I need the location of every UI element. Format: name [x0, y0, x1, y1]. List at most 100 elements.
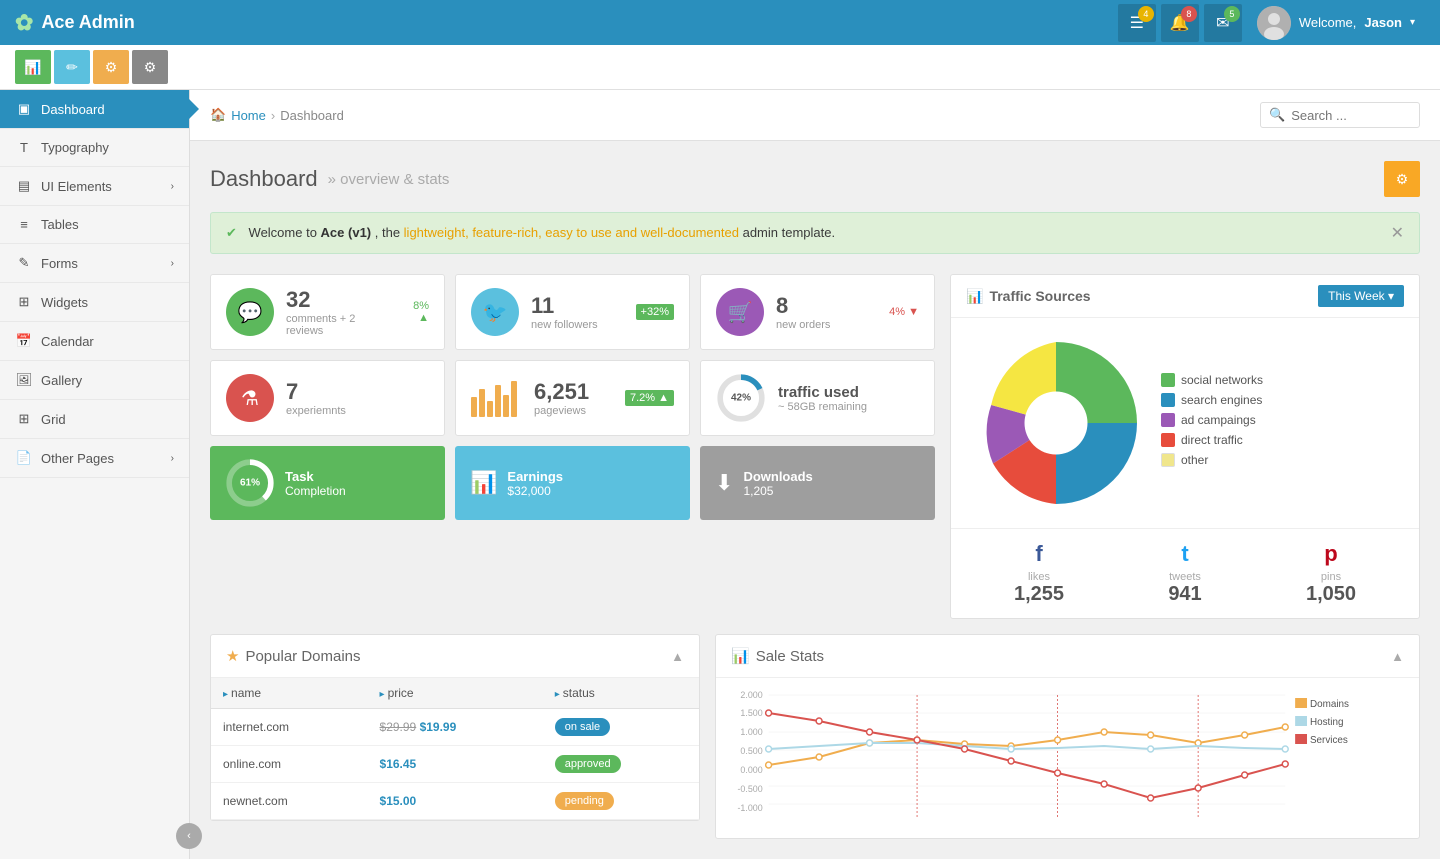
svg-text:-1.000: -1.000: [737, 803, 762, 813]
earnings-title: Earnings: [507, 469, 563, 484]
calendar-icon: 📅: [15, 333, 33, 349]
sidebar-item-widgets[interactable]: ⊞ Widgets: [0, 283, 189, 322]
breadcrumb-separator: ›: [271, 108, 275, 123]
domain-name-1: internet.com: [211, 709, 368, 746]
bar-chart-icon: 📊: [966, 288, 983, 305]
user-name: Jason: [1364, 15, 1402, 30]
messages-button[interactable]: ☰ 4: [1118, 4, 1156, 42]
sort-status-icon: ▸: [555, 689, 560, 700]
alert-close-button[interactable]: ✕: [1391, 223, 1404, 243]
pins-label: pins: [1258, 571, 1404, 583]
legend-other: other: [1161, 453, 1263, 467]
comments-stat-info: 32 comments + 2 reviews: [286, 287, 389, 337]
table-row: internet.com $29.99 $19.99 on sale: [211, 709, 699, 746]
toolbar-settings-button[interactable]: ⚙: [132, 50, 168, 84]
sidebar-item-calendar[interactable]: 📅 Calendar: [0, 322, 189, 361]
stats-left: 💬 32 comments + 2 reviews 8% ▲ 🐦 11: [210, 274, 935, 619]
price-column-header[interactable]: ▸price: [368, 678, 543, 709]
new-price-2: $16.45: [380, 757, 417, 771]
notifications-button[interactable]: 🔔 8: [1161, 4, 1199, 42]
sidebar-item-other-pages[interactable]: 📄 Other Pages ›: [0, 439, 189, 478]
svg-text:0.000: 0.000: [740, 765, 762, 775]
this-week-button[interactable]: This Week ▾: [1318, 285, 1404, 307]
legend-other-color: [1161, 453, 1175, 467]
sidebar-item-grid[interactable]: ⊞ Grid: [0, 400, 189, 439]
toolbar-gear-button[interactable]: ⚙: [93, 50, 129, 84]
sidebar-item-ui-elements[interactable]: ▤ UI Elements ›: [0, 167, 189, 206]
sidebar-ui-elements-label: UI Elements: [41, 179, 112, 194]
user-menu[interactable]: Welcome, Jason ▾: [1247, 6, 1425, 40]
widgets-icon: ⊞: [15, 294, 33, 310]
mail-button[interactable]: ✉ 5: [1204, 4, 1242, 42]
comments-change: 8% ▲: [401, 300, 429, 324]
breadcrumb-home-link[interactable]: Home: [231, 108, 266, 123]
traffic-sources-card: 📊 Traffic Sources This Week ▾: [950, 274, 1420, 619]
gear-icon: ⚙: [105, 59, 118, 76]
sale-stats-label: Sale Stats: [756, 648, 824, 665]
sidebar-other-pages-label: Other Pages: [41, 451, 114, 466]
popular-domains-label: Popular Domains: [245, 648, 360, 665]
user-greeting: Welcome,: [1299, 15, 1357, 30]
sale-stats-title: 📊 Sale Stats: [731, 647, 824, 665]
app-name: Ace Admin: [41, 12, 134, 33]
pageviews-change: 7.2% ▲: [625, 390, 674, 406]
traffic-percent: 42%: [731, 393, 751, 404]
sidebar: ▣ Dashboard T Typography ▤ UI Elements ›…: [0, 90, 190, 859]
name-column-header[interactable]: ▸name: [211, 678, 368, 709]
welcome-alert: ✔ Welcome to Ace (v1) , the lightweight,…: [210, 212, 1420, 254]
traffic-body: social networks search engines ad campai…: [951, 318, 1419, 528]
bottom-section: ★ Popular Domains ▲ ▸name ▸price ▸status: [210, 634, 1420, 839]
sidebar-item-dashboard[interactable]: ▣ Dashboard: [0, 90, 189, 129]
legend-other-label: other: [1181, 453, 1208, 467]
status-column-header[interactable]: ▸status: [543, 678, 699, 709]
week-label: This Week ▾: [1328, 289, 1394, 303]
domains-collapse-button[interactable]: ▲: [671, 649, 684, 664]
pinterest-icon: p: [1258, 541, 1404, 567]
comments-count: 32: [286, 287, 389, 313]
tables-icon: ≡: [15, 217, 33, 232]
sidebar-collapse-button[interactable]: ‹: [176, 823, 202, 849]
domain-status-1: on sale: [543, 709, 699, 746]
sidebar-item-gallery[interactable]: 🖼 Gallery: [0, 361, 189, 400]
domain-price-3: $15.00: [368, 783, 543, 820]
legend-social-color: [1161, 373, 1175, 387]
search-box[interactable]: 🔍: [1260, 102, 1420, 128]
legend-ad-label: ad campaings: [1181, 413, 1256, 427]
downloads-info: Downloads 1,205: [743, 469, 812, 498]
stat-card-traffic: 42% traffic used ~ 58GB remaining: [700, 360, 935, 436]
legend-search-label: search engines: [1181, 393, 1262, 407]
orders-count: 8: [776, 293, 830, 319]
toolbar-edit-button[interactable]: ✏: [54, 50, 90, 84]
avatar: [1257, 6, 1291, 40]
sidebar-item-forms[interactable]: ✎ Forms ›: [0, 244, 189, 283]
chevron-right-icon-other: ›: [171, 453, 174, 464]
likes-label: likes: [966, 571, 1112, 583]
search-input[interactable]: [1291, 108, 1411, 123]
facebook-stats: f likes 1,255: [966, 541, 1112, 606]
popular-domains-section: ★ Popular Domains ▲ ▸name ▸price ▸status: [210, 634, 700, 839]
sidebar-forms-label: Forms: [41, 256, 78, 271]
task-completion-card: 61% Task Completion: [210, 446, 445, 520]
gear-icon: ⚙: [1396, 171, 1409, 188]
comments-stat-icon: 💬: [226, 288, 274, 336]
followers-change: +32%: [636, 304, 674, 320]
sale-stats-collapse-button[interactable]: ▲: [1391, 649, 1404, 664]
pageviews-chart: [471, 379, 517, 417]
orders-label: new orders: [776, 319, 830, 331]
earnings-chart-icon: 📊: [470, 470, 497, 496]
stat-card-pageviews: 6,251 pageviews 7.2% ▲: [455, 360, 690, 436]
domain-price-2: $16.45: [368, 746, 543, 783]
collapse-icon: ‹: [187, 830, 191, 842]
sidebar-item-typography[interactable]: T Typography: [0, 129, 189, 167]
leaf-icon: ✿: [15, 10, 33, 36]
alert-link[interactable]: lightweight, feature-rich, easy to use a…: [404, 225, 739, 240]
sale-stats-chart-icon: 📊: [731, 647, 750, 665]
toolbar-chart-button[interactable]: 📊: [15, 50, 51, 84]
stat-card-orders: 🛒 8 new orders 4% ▼: [700, 274, 935, 350]
sidebar-item-tables[interactable]: ≡ Tables: [0, 206, 189, 244]
settings-gear-button[interactable]: ⚙: [1384, 161, 1420, 197]
search-icon: 🔍: [1269, 107, 1285, 123]
sidebar-dashboard-label: Dashboard: [41, 102, 105, 117]
svg-text:1.000: 1.000: [740, 727, 762, 737]
orders-stat-info: 8 new orders: [776, 293, 830, 331]
